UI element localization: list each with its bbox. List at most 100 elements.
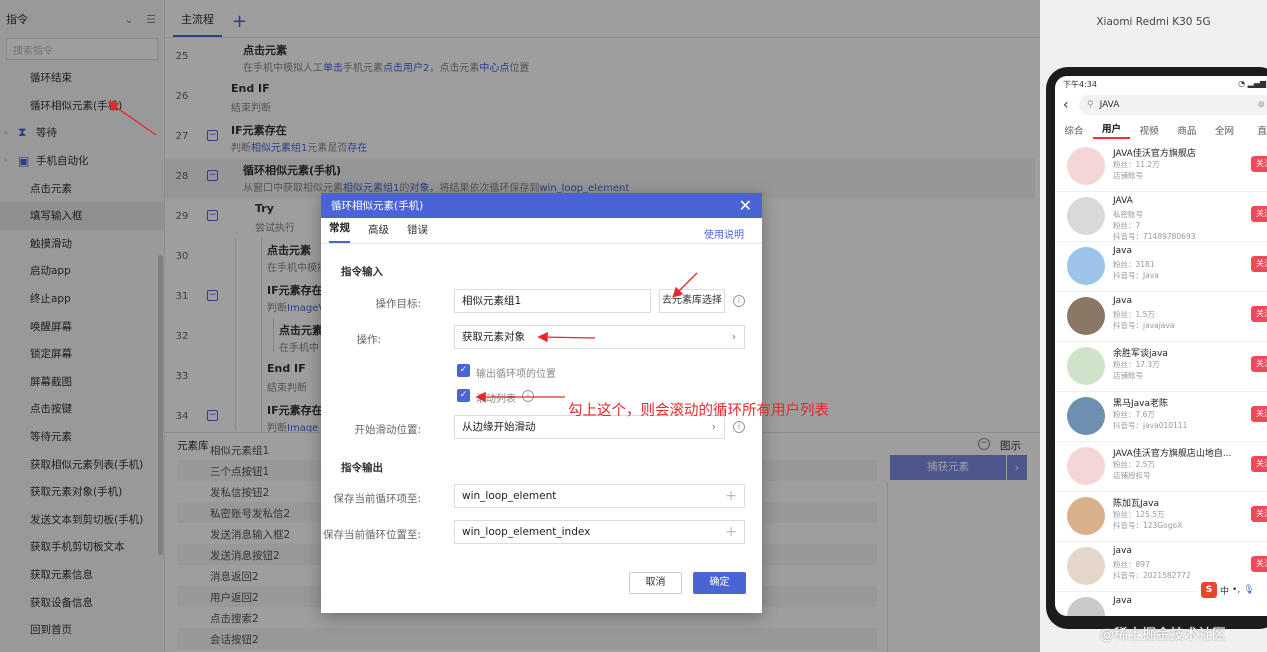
follow-button[interactable]: 关注	[1251, 156, 1267, 172]
microphone-icon: 🎙	[1243, 585, 1255, 595]
phone-tab[interactable]: 综合	[1055, 123, 1093, 137]
scroll-list-checkbox[interactable]: ✓	[457, 389, 470, 402]
user-name: JAVA佳沃官方旗舰店	[1113, 149, 1196, 159]
save-item-value: win_loop_element	[462, 490, 557, 502]
plus-icon[interactable]: +	[725, 521, 737, 543]
dialog-tabs: 常规 高级 错误 使用说明	[321, 218, 762, 244]
target-value: 相似元素组1	[462, 295, 522, 307]
target-field[interactable]: 相似元素组1	[454, 289, 651, 313]
user-name: JAVA佳沃官方旗舰店山地自...	[1113, 449, 1232, 459]
save-index-value: win_loop_element_index	[462, 526, 591, 538]
search-icon: ⚲	[1087, 100, 1094, 110]
avatar	[1067, 297, 1105, 335]
user-result-item[interactable]: 黑马Java老陈粉丝：7.6万抖音号：java010111 关注	[1055, 392, 1267, 442]
pick-from-library-button[interactable]: 去元素库选择	[659, 289, 725, 313]
target-info-icon[interactable]: i	[733, 295, 745, 307]
follow-button[interactable]: 关注	[1251, 456, 1267, 472]
ime-toolbar[interactable]: S 中 •, 🎙	[1198, 580, 1267, 600]
follow-button[interactable]: 关注	[1251, 556, 1267, 572]
save-index-label: 保存当前循环位置至:	[322, 529, 421, 541]
user-l2: 抖音号：Java	[1113, 271, 1159, 280]
output-position-label: 输出循环项的位置	[476, 369, 556, 380]
plus-icon[interactable]: +	[725, 485, 737, 507]
avatar	[1067, 397, 1105, 435]
scroll-info-icon[interactable]: i	[522, 390, 534, 402]
close-icon[interactable]: ✕	[739, 197, 752, 214]
user-l1: 粉丝：17.3万	[1113, 360, 1160, 369]
status-icons: ◔ ▂▄▆ ▮	[1238, 79, 1267, 88]
user-l2: 抖音号：2021582772	[1113, 571, 1191, 580]
ime-language: 中	[1220, 586, 1230, 597]
follow-button[interactable]: 关注	[1251, 506, 1267, 522]
operation-label: 操作:	[356, 334, 381, 346]
help-link[interactable]: 使用说明	[704, 226, 744, 241]
save-item-label: 保存当前循环项至:	[333, 493, 421, 505]
output-position-checkbox[interactable]: ✓	[457, 364, 470, 377]
user-l1: 粉丝：2.5万	[1113, 460, 1155, 469]
tab-error[interactable]: 错误	[407, 222, 428, 243]
user-l3: 抖音号：71489780693	[1113, 232, 1196, 241]
follow-button[interactable]: 关注	[1251, 306, 1267, 322]
operation-select[interactable]: 获取元素对象 ›	[454, 325, 745, 349]
follow-button[interactable]: 关注	[1251, 256, 1267, 272]
user-l1: 粉丝：3181	[1113, 260, 1155, 269]
avatar	[1067, 347, 1105, 385]
chevron-right-icon: ›	[731, 331, 736, 343]
user-l2: 抖音号：123GogoX	[1113, 521, 1183, 530]
cancel-button[interactable]: 取消	[629, 572, 682, 594]
phone-tab[interactable]: 商品	[1168, 123, 1206, 137]
avatar	[1067, 247, 1105, 285]
phone-tab[interactable]: 用户	[1092, 121, 1131, 139]
user-name: 黑马Java老陈	[1113, 399, 1169, 409]
user-result-item[interactable]: Java 粉丝：1.5万抖音号：javajava 关注	[1055, 292, 1267, 342]
dialog-header: 循环相似元素(手机) ✕	[321, 193, 762, 218]
operation-value: 获取元素对象	[462, 331, 525, 343]
avatar	[1067, 547, 1105, 585]
phone-tab[interactable]: 视频	[1130, 123, 1168, 137]
avatar	[1067, 497, 1105, 535]
user-l1: 粉丝：11.2万	[1113, 160, 1160, 169]
follow-button[interactable]: 关注	[1251, 206, 1267, 222]
phone-search-input[interactable]: ⚲ JAVA ⊗	[1079, 95, 1267, 115]
dialog-body: 指令输入 操作目标: 相似元素组1 去元素库选择 i 操作: 获取元素对象 › …	[321, 244, 762, 613]
user-l2: 抖音号：javajava	[1113, 321, 1175, 330]
clear-icon[interactable]: ⊗	[1257, 100, 1265, 110]
phone-status-bar: 下午4:34 ◔ ▂▄▆ ▮	[1055, 76, 1267, 92]
save-item-field[interactable]: win_loop_element +	[454, 484, 745, 508]
phone-screen[interactable]: 下午4:34 ◔ ▂▄▆ ▮ ‹ ⚲ JAVA ⊗ 综合用户视频商品全网直 JA…	[1055, 76, 1267, 616]
ok-button[interactable]: 确定	[693, 572, 746, 594]
user-result-item[interactable]: Java 粉丝：3181 抖音号：Java 关注	[1055, 242, 1267, 292]
user-l1: 私密账号	[1113, 210, 1143, 219]
start-info-icon[interactable]: i	[733, 421, 745, 433]
save-index-field[interactable]: win_loop_element_index +	[454, 520, 745, 544]
user-l2: 粉丝：7	[1113, 221, 1141, 230]
user-result-list: JAVA佳沃官方旗舰店粉丝：11.2万店铺账号关注JAVA私密账号粉丝：7抖音号…	[1055, 142, 1267, 616]
phone-frame: 下午4:34 ◔ ▂▄▆ ▮ ‹ ⚲ JAVA ⊗ 综合用户视频商品全网直 JA…	[1046, 67, 1267, 629]
ime-dot-icon: •,	[1232, 585, 1241, 595]
user-result-item[interactable]: JAVA佳沃官方旗舰店山地自...粉丝：2.5万店铺授权号 关注	[1055, 442, 1267, 492]
follow-button[interactable]: 关注	[1251, 356, 1267, 372]
phone-tab[interactable]: 直	[1243, 123, 1267, 137]
avatar	[1067, 597, 1105, 616]
user-result-item[interactable]: JAVA 私密账号粉丝：7 抖音号：71489780693 关注	[1055, 192, 1267, 242]
follow-button[interactable]: 关注	[1251, 406, 1267, 422]
user-l1: 粉丝：125.5万	[1113, 510, 1165, 519]
target-label: 操作目标:	[375, 298, 421, 310]
tab-advanced[interactable]: 高级	[368, 222, 389, 243]
start-position-value: 从边缘开始滑动	[462, 421, 536, 433]
dialog-title: 循环相似元素(手机)	[331, 200, 424, 212]
tab-general[interactable]: 常规	[329, 220, 350, 243]
back-arrow-icon[interactable]: ‹	[1063, 97, 1079, 113]
user-name: Java	[1113, 596, 1133, 606]
user-name: JAVA	[1113, 196, 1133, 206]
user-l2: 店铺账号	[1113, 371, 1143, 380]
avatar	[1067, 147, 1105, 185]
user-result-item[interactable]: 余胜军谈java粉丝：17.3万店铺账号 关注	[1055, 342, 1267, 392]
output-section-title: 指令输出	[341, 462, 383, 474]
user-name: Java	[1113, 246, 1133, 256]
avatar	[1067, 447, 1105, 485]
user-result-item[interactable]: JAVA佳沃官方旗舰店粉丝：11.2万店铺账号 关注	[1055, 142, 1267, 192]
user-name: 余胜军谈java	[1113, 349, 1168, 359]
user-result-item[interactable]: 陈加瓦Java粉丝：125.5万抖音号：123GogoX 关注	[1055, 492, 1267, 542]
phone-tab[interactable]: 全网	[1206, 123, 1244, 137]
